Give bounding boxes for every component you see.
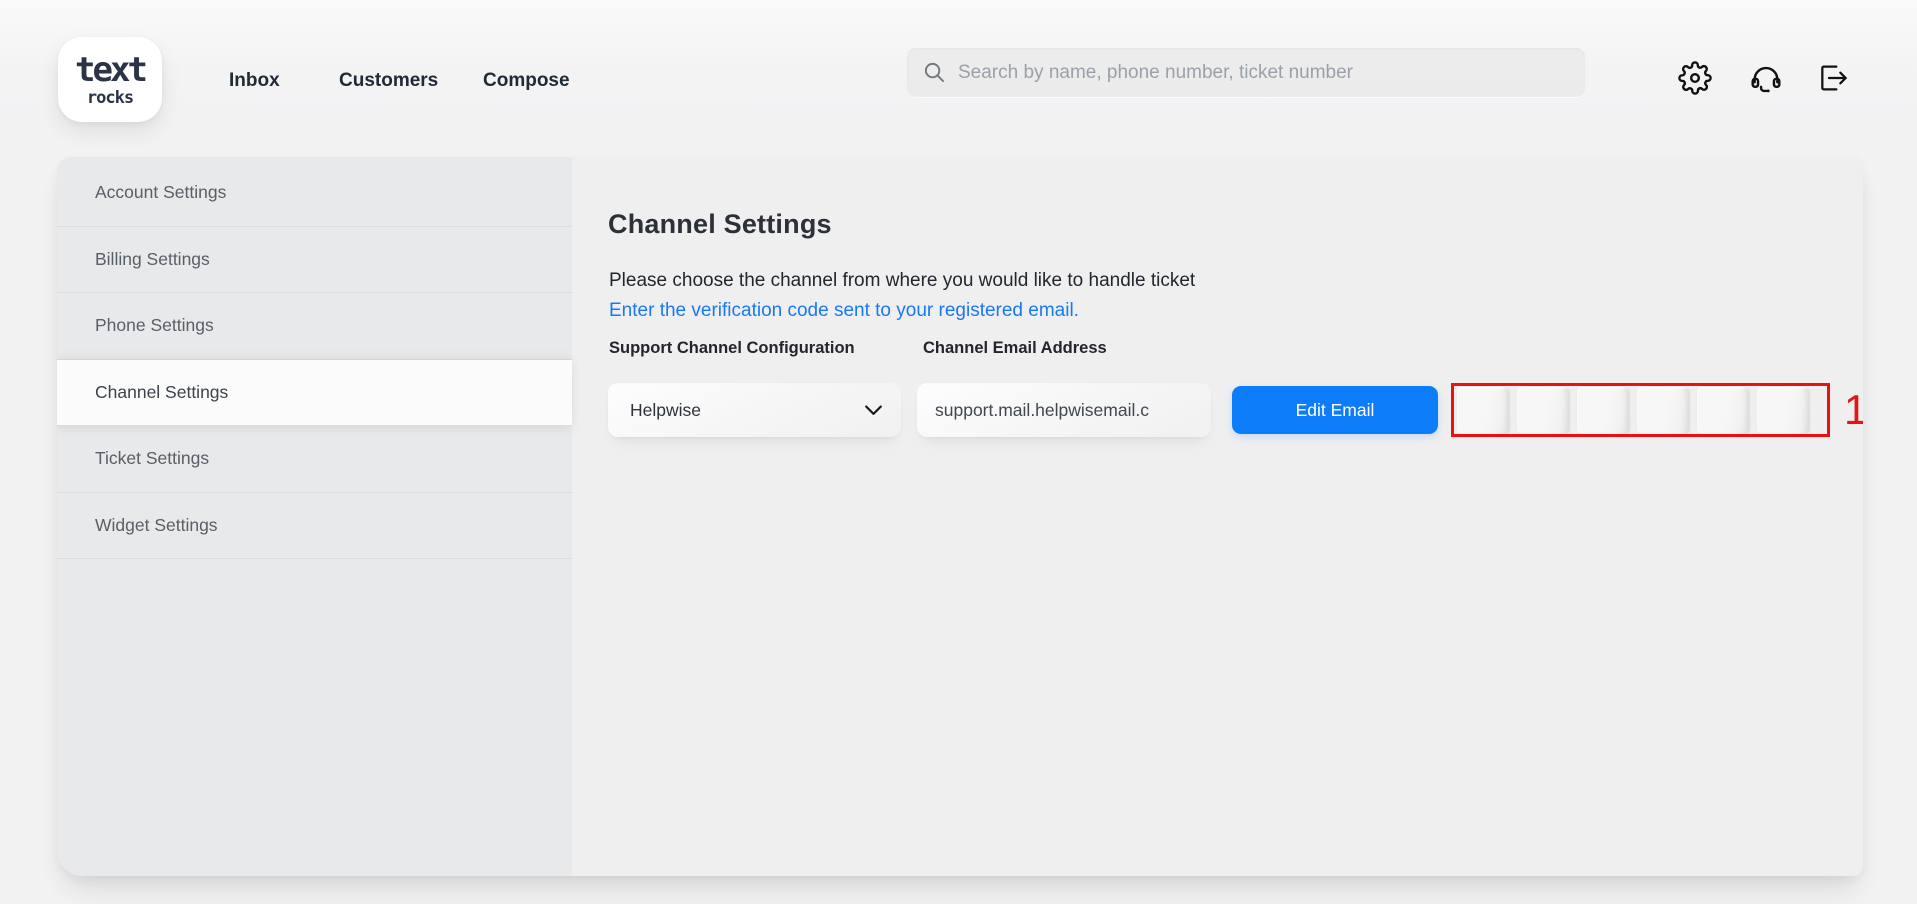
settings-panel: Account Settings Billing Settings Phone … xyxy=(57,157,1863,876)
channel-controls-row: Helpwise Edit Email 10 xyxy=(608,383,1863,437)
verification-code-box-1[interactable] xyxy=(1457,387,1510,434)
support-headset-icon[interactable] xyxy=(1748,60,1784,96)
nav-item-customers[interactable]: Customers xyxy=(339,70,438,92)
verification-code-box-4[interactable] xyxy=(1637,387,1690,434)
verification-code-link[interactable]: Enter the verification code sent to your… xyxy=(609,300,1079,322)
brand-logo[interactable]: text rocks xyxy=(58,37,162,122)
annotation-id-label: 10 xyxy=(1844,380,1863,440)
logout-icon[interactable] xyxy=(1815,60,1851,96)
annotation-bounding-box xyxy=(1451,383,1830,437)
verification-code-box-5[interactable] xyxy=(1697,387,1750,434)
channel-select[interactable]: Helpwise xyxy=(608,383,901,437)
channel-email-address-label: Channel Email Address xyxy=(923,339,1107,358)
global-search-bar[interactable] xyxy=(907,48,1585,97)
brand-logo-text-line1: text xyxy=(75,53,145,87)
nav-item-compose[interactable]: Compose xyxy=(483,70,570,92)
channel-email-field[interactable] xyxy=(917,383,1211,437)
sidebar-item-billing-settings[interactable]: Billing Settings xyxy=(57,227,572,294)
chevron-down-icon xyxy=(860,397,887,424)
support-channel-configuration-label: Support Channel Configuration xyxy=(609,339,855,358)
settings-gear-icon[interactable] xyxy=(1677,60,1713,96)
sidebar-item-channel-settings[interactable]: Channel Settings xyxy=(57,360,572,427)
brand-logo-text-line2: rocks xyxy=(87,90,133,107)
sidebar-item-phone-settings[interactable]: Phone Settings xyxy=(57,293,572,360)
sidebar-item-account-settings[interactable]: Account Settings xyxy=(57,160,572,227)
channel-settings-content: Channel Settings Please choose the chann… xyxy=(572,157,1863,876)
search-icon xyxy=(923,61,946,84)
verification-code-box-6[interactable] xyxy=(1757,387,1810,434)
channel-select-value: Helpwise xyxy=(630,400,860,421)
verification-code-box-3[interactable] xyxy=(1577,387,1630,434)
edit-email-button[interactable]: Edit Email xyxy=(1232,386,1438,434)
settings-sidebar: Account Settings Billing Settings Phone … xyxy=(57,157,572,876)
channel-email-input[interactable] xyxy=(935,400,1205,421)
page-title: Channel Settings xyxy=(608,209,832,240)
sidebar-item-widget-settings[interactable]: Widget Settings xyxy=(57,493,572,560)
search-input[interactable] xyxy=(958,62,1569,84)
sidebar-item-ticket-settings[interactable]: Ticket Settings xyxy=(57,426,572,493)
nav-item-inbox[interactable]: Inbox xyxy=(229,70,280,92)
channel-description: Please choose the channel from where you… xyxy=(609,270,1195,292)
verification-code-box-2[interactable] xyxy=(1517,387,1570,434)
